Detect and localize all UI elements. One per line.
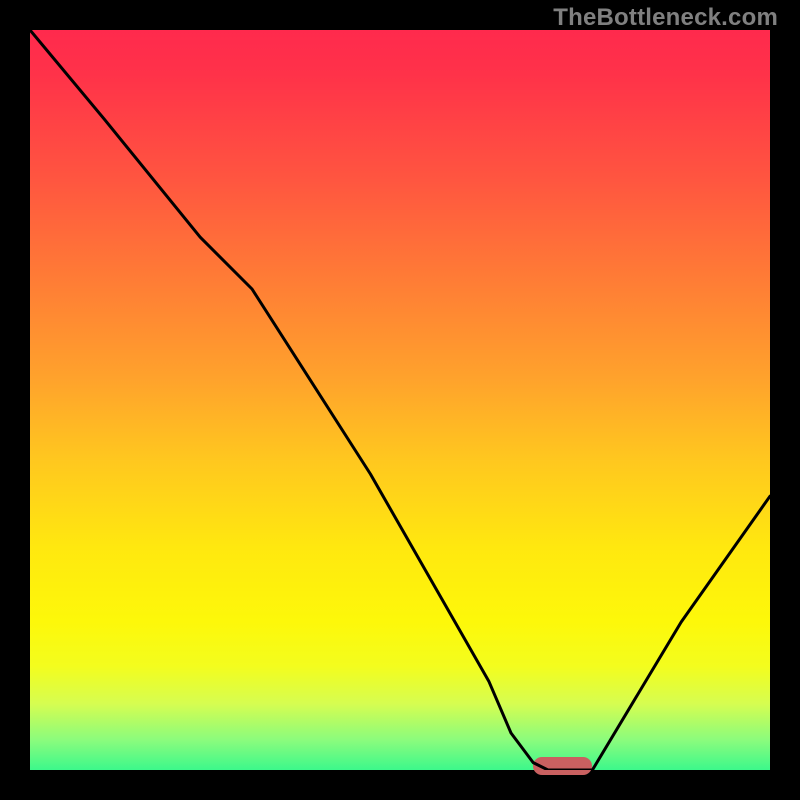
- bottleneck-curve: [30, 30, 770, 770]
- chart-frame: TheBottleneck.com: [0, 0, 800, 800]
- attribution-text: TheBottleneck.com: [553, 4, 778, 32]
- optimal-marker: [533, 757, 592, 775]
- plot-gradient-area: [30, 30, 770, 770]
- bottleneck-curve-layer: [30, 30, 770, 770]
